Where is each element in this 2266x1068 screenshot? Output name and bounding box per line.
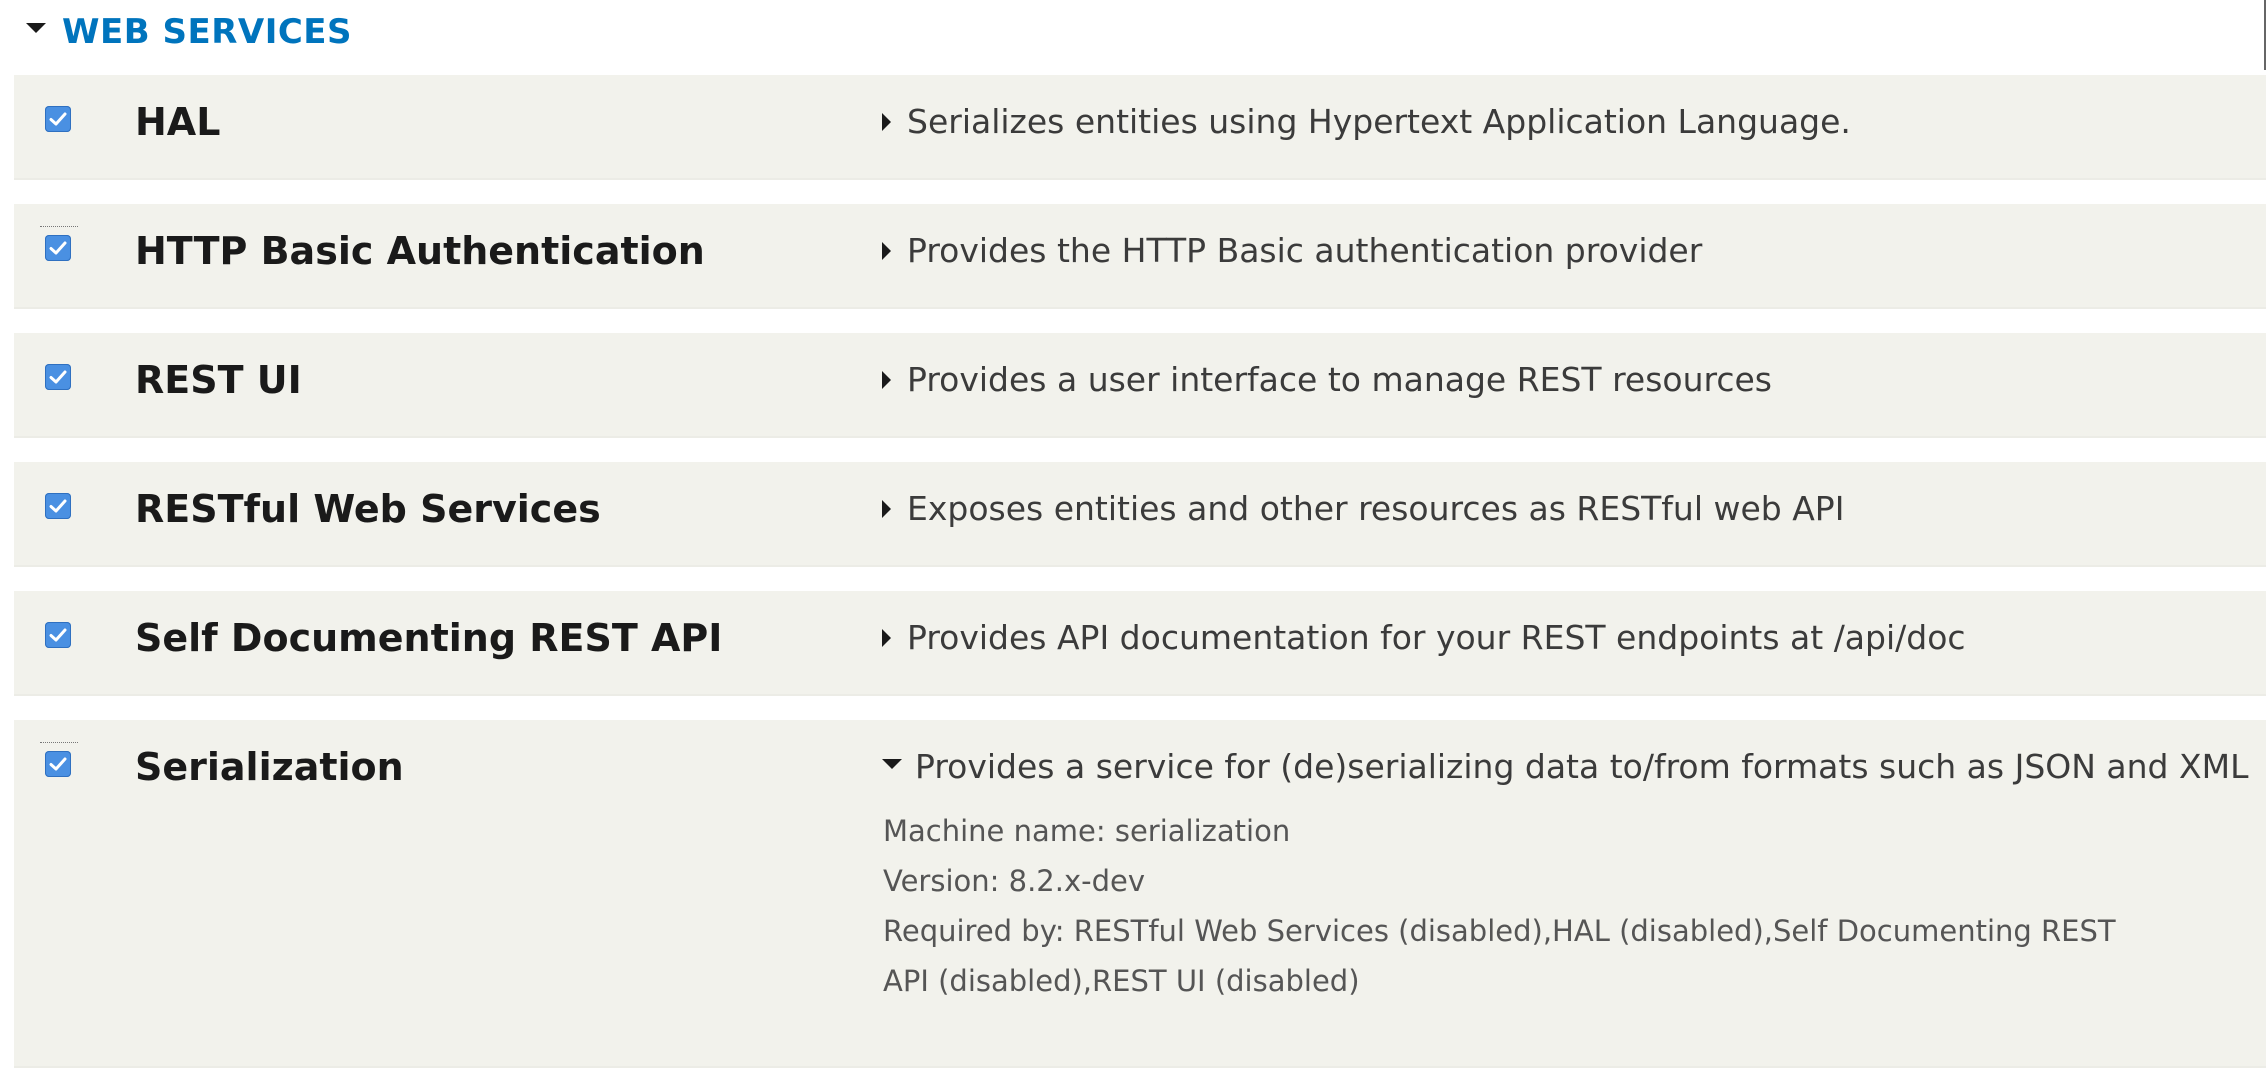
module-row-rest-ui: REST UI Provides a user interface to man… (14, 333, 2266, 438)
module-name: RESTful Web Services (135, 487, 601, 531)
module-name: REST UI (135, 358, 302, 402)
module-row-restful-web-services: RESTful Web Services Exposes entities an… (14, 462, 2266, 567)
description-toggle-hal[interactable]: Serializes entities using Hypertext Appl… (882, 102, 1851, 141)
module-description: Provides the HTTP Basic authentication p… (907, 231, 1703, 270)
expand-arrow-icon (882, 370, 891, 389)
module-description: Serializes entities using Hypertext Appl… (907, 102, 1851, 141)
module-checkbox-rest-ui[interactable] (45, 364, 71, 390)
expand-arrow-icon (882, 241, 891, 260)
module-details: Machine name: serialization Version: 8.2… (883, 806, 2213, 1006)
module-name: Self Documenting REST API (135, 616, 723, 660)
description-toggle-rest-ui[interactable]: Provides a user interface to manage REST… (882, 360, 1772, 399)
module-checkbox-http-basic-auth[interactable] (45, 235, 71, 261)
expand-arrow-icon (882, 112, 891, 131)
description-toggle-serialization[interactable]: Provides a service for (de)serializing d… (882, 747, 2248, 786)
module-checkbox-restful-web-services[interactable] (45, 493, 71, 519)
expand-arrow-icon (882, 628, 891, 647)
module-description: Provides API documentation for your REST… (907, 618, 1966, 657)
module-checkbox-self-documenting-rest-api[interactable] (45, 622, 71, 648)
module-row-hal: HAL Serializes entities using Hypertext … (14, 75, 2266, 180)
module-checkbox-serialization[interactable] (45, 751, 71, 777)
module-row-self-documenting-rest-api: Self Documenting REST API Provides API d… (14, 591, 2266, 696)
collapse-arrow-icon (26, 23, 46, 33)
description-toggle-self-documenting-rest-api[interactable]: Provides API documentation for your REST… (882, 618, 1966, 657)
checkmark-icon (49, 112, 67, 126)
section-header-web-services[interactable]: WEB SERVICES (26, 8, 352, 56)
description-toggle-http-basic-auth[interactable]: Provides the HTTP Basic authentication p… (882, 231, 1702, 270)
section-title: WEB SERVICES (62, 12, 353, 52)
focus-outline (40, 226, 78, 227)
module-checkbox-hal[interactable] (45, 106, 71, 132)
version: Version: 8.2.x-dev (883, 864, 1146, 898)
module-name: HAL (135, 100, 221, 144)
module-row-serialization: Serialization Provides a service for (de… (14, 720, 2266, 1068)
module-description: Provides a service for (de)serializing d… (915, 747, 2249, 786)
module-description: Provides a user interface to manage REST… (907, 360, 1772, 399)
checkmark-icon (49, 370, 67, 384)
checkmark-icon (49, 499, 67, 513)
machine-name: Machine name: serialization (883, 814, 1291, 848)
expand-arrow-icon (882, 499, 891, 518)
description-toggle-restful-web-services[interactable]: Exposes entities and other resources as … (882, 489, 1844, 528)
checkmark-icon (49, 757, 67, 771)
module-row-http-basic-auth: HTTP Basic Authentication Provides the H… (14, 204, 2266, 309)
module-name: Serialization (135, 745, 404, 789)
module-description: Exposes entities and other resources as … (907, 489, 1845, 528)
focus-outline (40, 742, 78, 743)
collapse-arrow-icon (882, 758, 902, 769)
required-by-continued: API (disabled),REST UI (disabled) (883, 964, 1360, 998)
checkmark-icon (49, 241, 67, 255)
required-by: Required by: RESTful Web Services (disab… (883, 914, 2116, 948)
module-name: HTTP Basic Authentication (135, 229, 705, 273)
checkmark-icon (49, 628, 67, 642)
